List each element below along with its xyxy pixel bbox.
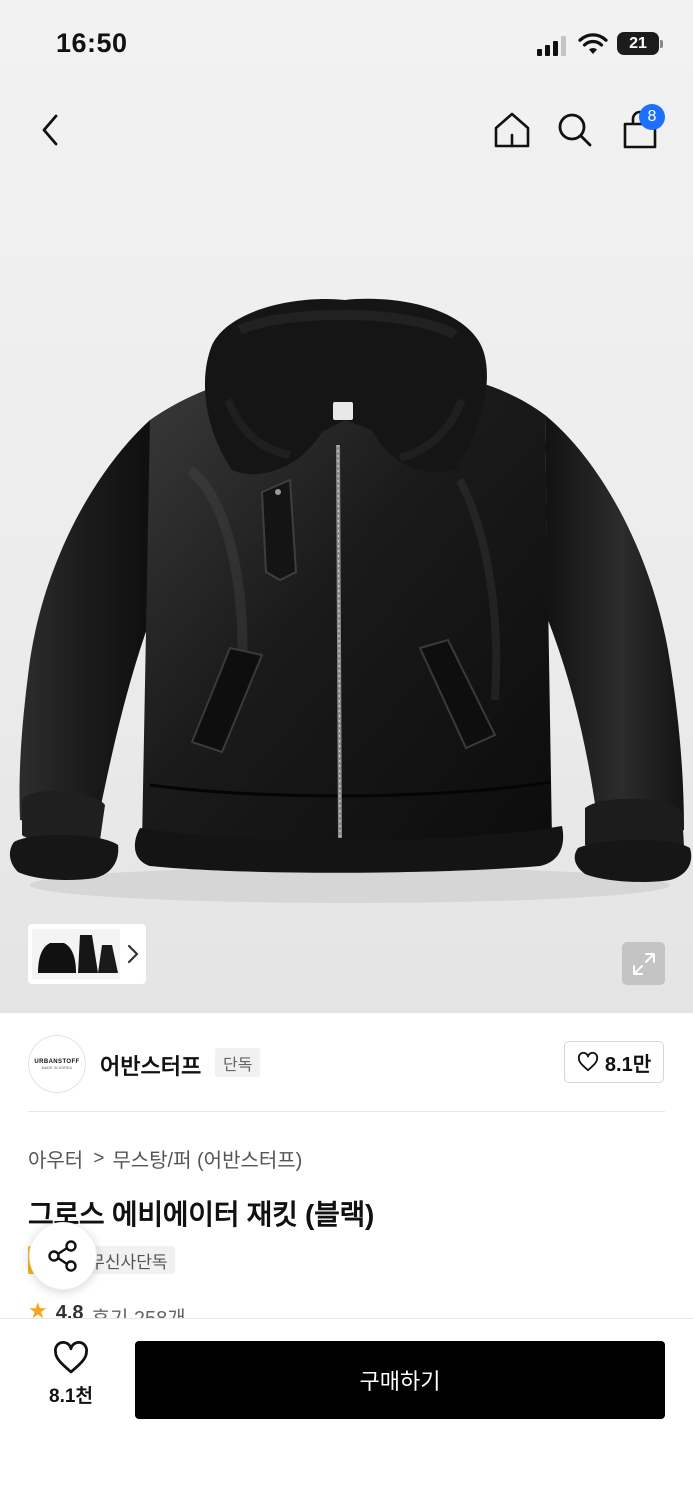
brand-like-button[interactable]: 8.1만: [564, 1041, 664, 1083]
battery-icon: 21: [617, 32, 663, 55]
heart-icon: [577, 1052, 598, 1072]
brand-like-count: 8.1만: [604, 1053, 652, 1076]
expand-image-button[interactable]: [622, 942, 665, 985]
cart-button[interactable]: 8: [612, 100, 668, 160]
divider: [28, 1111, 665, 1112]
share-icon: [48, 1240, 77, 1272]
share-button[interactable]: [29, 1222, 97, 1290]
breadcrumb-subcategory[interactable]: 무스탕/퍼 (어반스터프): [112, 1144, 302, 1173]
brand-name[interactable]: 어반스터프: [100, 1049, 201, 1081]
brand-logo-subtext: MADE IN KOREA: [41, 1065, 73, 1070]
breadcrumb: 아우터 > 무스탕/퍼 (어반스터프): [28, 1144, 302, 1173]
brand-row: URBANSTOFF MADE IN KOREA 어반스터프 단독 8.1만: [0, 1013, 693, 1113]
thumbnail-images: [32, 929, 120, 979]
brand-logo-text: URBANSTOFF: [34, 1058, 80, 1065]
top-nav-bar: 8: [0, 100, 693, 164]
search-button[interactable]: [547, 100, 603, 160]
breadcrumb-category[interactable]: 아우터: [28, 1144, 83, 1173]
product-detail-page: 16:50 21 8 URBANSTOFF MADE IN KOREA 어반스터…: [0, 0, 693, 1500]
buy-button[interactable]: 구매하기: [135, 1341, 665, 1419]
battery-level: 21: [629, 34, 647, 52]
wifi-icon: [578, 33, 608, 54]
chevron-right-icon: [127, 944, 139, 964]
home-icon: [494, 112, 530, 148]
bottom-action-bar: 8.1천 구매하기: [0, 1318, 693, 1500]
heart-icon: [54, 1341, 88, 1374]
product-image-area: 16:50 21 8: [0, 0, 693, 1013]
thumbnail-strip[interactable]: [28, 924, 146, 984]
like-button[interactable]: 8.1천: [28, 1341, 114, 1419]
expand-icon: [632, 952, 655, 975]
back-button[interactable]: [22, 100, 78, 160]
status-bar: 16:50 21: [0, 0, 693, 90]
product-image[interactable]: [0, 280, 693, 910]
status-time: 16:50: [56, 28, 128, 58]
like-count: 8.1천: [49, 1386, 93, 1407]
cart-count-badge: 8: [639, 104, 665, 130]
breadcrumb-separator: >: [93, 1147, 105, 1169]
signal-icon: [537, 36, 566, 56]
home-button[interactable]: [484, 100, 540, 160]
brand-exclusive-badge: 단독: [215, 1048, 261, 1077]
search-icon: [558, 113, 592, 147]
brand-logo[interactable]: URBANSTOFF MADE IN KOREA: [28, 1035, 86, 1093]
back-arrow-icon: [42, 114, 58, 146]
